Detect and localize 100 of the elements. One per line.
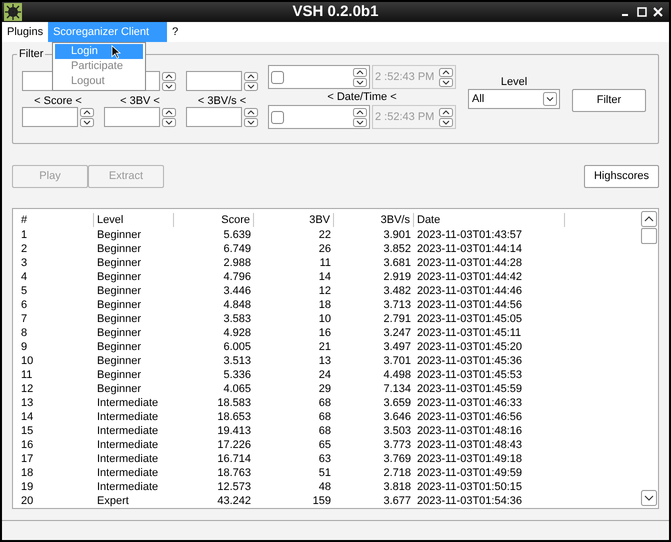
number-field[interactable] (186, 107, 242, 127)
table-cell-text: 51 (318, 466, 332, 480)
table-cell-text: 2023-11-03T01:44:14 (416, 242, 523, 256)
close-icon[interactable] (653, 7, 663, 17)
table-cell-text: 7 (20, 312, 28, 326)
column-header[interactable]: Score (174, 212, 254, 226)
table-cell-text: 15 (20, 424, 34, 438)
table-cell-text: 5.639 (222, 228, 252, 242)
scroll-thumb[interactable] (641, 228, 657, 244)
number-field[interactable] (104, 107, 160, 127)
table-cell-text: 12.573 (216, 480, 252, 494)
table-cell-text: 4.498 (382, 368, 412, 382)
level-label: Level (500, 75, 528, 89)
column-header[interactable]: Level (94, 212, 174, 226)
table-cell-text: 68 (318, 424, 332, 438)
table-cell-text: 4 (20, 270, 28, 284)
column-header[interactable]: 3BV/s (334, 212, 414, 226)
scrollbar[interactable] (640, 209, 658, 508)
table-cell-text: 5 (20, 284, 28, 298)
menu-item[interactable]: Plugins (2, 22, 48, 42)
table-cell-text: 3.446 (222, 284, 252, 298)
table-cell-text: 3.681 (382, 256, 412, 270)
table-cell-text: 22 (318, 228, 332, 242)
table-cell-text: 2.718 (382, 466, 412, 480)
table-cell-text: 3.503 (382, 424, 412, 438)
table-cell-text: 4.796 (222, 270, 252, 284)
window-title: VSH 0.2.0b1 (292, 2, 380, 22)
table-cell-text: 10 (318, 312, 332, 326)
spinner-control[interactable] (439, 107, 453, 127)
table-cell-text: Beginner (96, 312, 142, 326)
spinner-control[interactable] (162, 71, 176, 91)
table-cell-text: 68 (318, 410, 332, 424)
app-icon (4, 3, 22, 21)
highscores-button[interactable]: Highscores (584, 165, 659, 188)
table-cell-text: 2023-11-03T01:44:46 (416, 284, 523, 298)
table-cell-text: 11 (20, 368, 34, 382)
table-cell-text: 3.773 (382, 438, 412, 452)
table-cell-text: Beginner (96, 298, 142, 312)
table-cell-text: Intermediate (96, 424, 160, 438)
table-cell-text: Expert (96, 494, 130, 508)
spinner-control[interactable] (244, 107, 258, 127)
column-header[interactable]: # (18, 212, 94, 226)
spinner-control[interactable] (353, 67, 367, 87)
column-header[interactable]: Date (414, 212, 565, 226)
table-cell-text: 18.583 (216, 396, 252, 410)
table-cell-text: 68 (318, 396, 332, 410)
range-label: < Score < (34, 94, 82, 107)
table-cell-text: Beginner (96, 256, 142, 270)
table-cell-text: 2023-11-03T01:54:36 (416, 494, 523, 508)
date-field[interactable] (268, 105, 370, 129)
table-cell-text: 3.713 (382, 298, 412, 312)
table-cell-text: 2023-11-03T01:45:20 (416, 340, 523, 354)
table-cell-text: 2023-11-03T01:44:56 (416, 298, 523, 312)
table-cell-text: 3.659 (382, 396, 412, 410)
range-label: < 3BV < (120, 94, 160, 107)
dropdown-caret-icon (543, 92, 557, 106)
table-cell-text: 4.928 (222, 326, 252, 340)
table-cell-text: 3.769 (382, 452, 412, 466)
filter-button[interactable]: Filter (572, 89, 646, 112)
table-cell-text: 2023-11-03T01:46:33 (416, 396, 523, 410)
maximize-icon[interactable] (637, 7, 647, 17)
table-cell-text: 2 (20, 242, 28, 256)
level-select[interactable]: All (468, 89, 560, 109)
table-cell-text: 65 (318, 438, 332, 452)
table-cell-text: 2.919 (382, 270, 412, 284)
spinner-control[interactable] (162, 107, 176, 127)
table-cell-text: 2023-11-03T01:45:05 (416, 312, 523, 326)
table-cell-text: 19 (20, 480, 34, 494)
column-header[interactable]: 3BV (254, 212, 334, 226)
table-cell-text: 2023-11-03T01:45:59 (416, 382, 523, 396)
table-cell-text: 43.242 (216, 494, 252, 508)
spinner-control[interactable] (80, 107, 94, 127)
table-cell-text: 6 (20, 298, 28, 312)
table-cell-text: Beginner (96, 284, 142, 298)
table-cell-text: Intermediate (96, 438, 160, 452)
table-cell-text: Beginner (96, 340, 142, 354)
date-field[interactable] (268, 65, 370, 89)
spinner-control[interactable] (244, 71, 258, 91)
table-cell-text: Intermediate (96, 410, 160, 424)
scroll-up-icon[interactable] (641, 211, 657, 227)
table-cell-text: 9 (20, 340, 28, 354)
table-cell-text: Intermediate (96, 452, 160, 466)
table-cell-text: 2023-11-03T01:48:16 (416, 424, 523, 438)
number-field[interactable] (186, 71, 242, 91)
table-cell-text: 18 (20, 466, 34, 480)
table-cell-text: Intermediate (96, 396, 160, 410)
menu-item[interactable]: ? (167, 22, 184, 42)
table-cell-text: 3.247 (382, 326, 412, 340)
spinner-control[interactable] (353, 107, 367, 127)
table-cell-text: Beginner (96, 382, 142, 396)
table-cell-text: 2023-11-03T01:50:15 (416, 480, 523, 494)
table-cell-text: 1 (20, 228, 28, 242)
number-field[interactable] (22, 107, 78, 127)
table-cell-text: 12 (20, 382, 34, 396)
table-cell-text: 16 (20, 438, 34, 452)
table-cell-text: 2023-11-03T01:46:56 (416, 410, 523, 424)
spinner-control[interactable] (439, 67, 453, 87)
scroll-down-icon[interactable] (641, 490, 657, 506)
table-cell-text: 3.818 (382, 480, 412, 494)
table-cell-text: Beginner (96, 326, 142, 340)
